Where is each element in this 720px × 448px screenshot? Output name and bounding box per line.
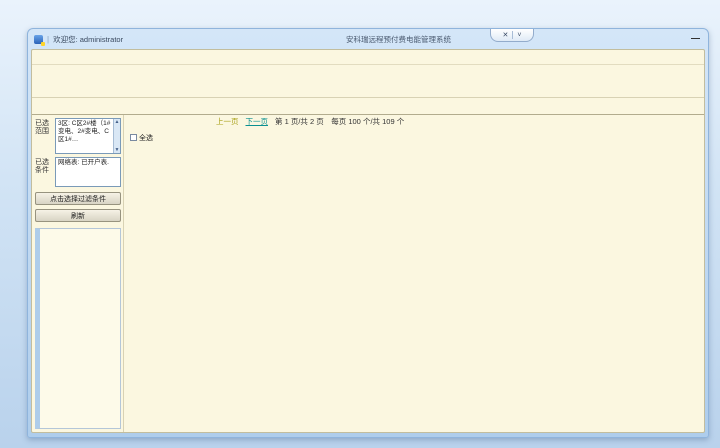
building-tree <box>35 228 121 429</box>
main-panel: 已选范围 3区: C区2#楼（1#变电、2#变电、C区1#… ▲ ▼ 已选条件 … <box>31 49 705 433</box>
select-all-label: 全选 <box>139 133 153 143</box>
select-all-checkbox[interactable] <box>130 134 137 141</box>
selected-range-text: 3区: C区2#楼（1#变电、2#变电、C区1#… <box>58 120 110 143</box>
close-icon[interactable]: ✕ <box>503 31 509 39</box>
selected-cond-label: 已选条件 <box>35 157 53 187</box>
welcome-text: 欢迎您: administrator <box>53 34 123 45</box>
content-area: 已选范围 3区: C区2#楼（1#变电、2#变电、C区1#… ▲ ▼ 已选条件 … <box>32 115 704 432</box>
scroll-up-icon[interactable]: ▲ <box>115 119 120 125</box>
next-page-link[interactable]: 下一页 <box>246 116 269 127</box>
app-window: | 欢迎您: administrator 安科瑞远程预付费电能管理系统 ✕ ˅ … <box>27 28 709 438</box>
titlebar: | 欢迎您: administrator 安科瑞远程预付费电能管理系统 ✕ ˅ … <box>28 29 708 49</box>
action-toolbar: 全选 <box>126 128 702 147</box>
choose-filter-button[interactable]: 点击选择过滤条件 <box>35 192 121 205</box>
select-all[interactable]: 全选 <box>130 133 153 143</box>
bubble-divider <box>512 31 513 39</box>
selected-cond-text: 网络表: 已开户表. <box>58 159 109 166</box>
meter-card-grid <box>126 147 702 150</box>
selected-range-box[interactable]: 3区: C区2#楼（1#变电、2#变电、C区1#… ▲ ▼ <box>55 118 121 154</box>
page-info: 第 1 页/共 2 页 每页 100 个/共 109 个 <box>275 116 404 127</box>
ribbon <box>32 65 704 98</box>
range-scrollbar[interactable]: ▲ ▼ <box>113 119 120 153</box>
refresh-button[interactable]: 刷新 <box>35 209 121 222</box>
selected-cond-box[interactable]: 网络表: 已开户表. <box>55 157 121 187</box>
tab-strip <box>32 98 704 115</box>
window-control-bubble[interactable]: ✕ ˅ <box>490 29 534 42</box>
menu-bar <box>32 50 704 65</box>
window-title: 安科瑞远程预付费电能管理系统 <box>346 34 451 45</box>
prev-page-link[interactable]: 上一页 <box>216 116 239 127</box>
minimize-icon[interactable]: — <box>691 33 700 43</box>
scroll-down-icon[interactable]: ▼ <box>115 147 120 153</box>
app-icon <box>34 35 43 44</box>
sidebar: 已选范围 3区: C区2#楼（1#变电、2#变电、C区1#… ▲ ▼ 已选条件 … <box>32 115 124 432</box>
titlebar-separator: | <box>47 35 49 44</box>
main-area: 上一页 下一页 第 1 页/共 2 页 每页 100 个/共 109 个 全选 <box>124 115 704 432</box>
selected-range-label: 已选范围 <box>35 118 53 154</box>
collapse-ribbon-icon[interactable]: ˅ <box>517 32 521 39</box>
pagination-bar: 上一页 下一页 第 1 页/共 2 页 每页 100 个/共 109 个 <box>126 115 702 128</box>
